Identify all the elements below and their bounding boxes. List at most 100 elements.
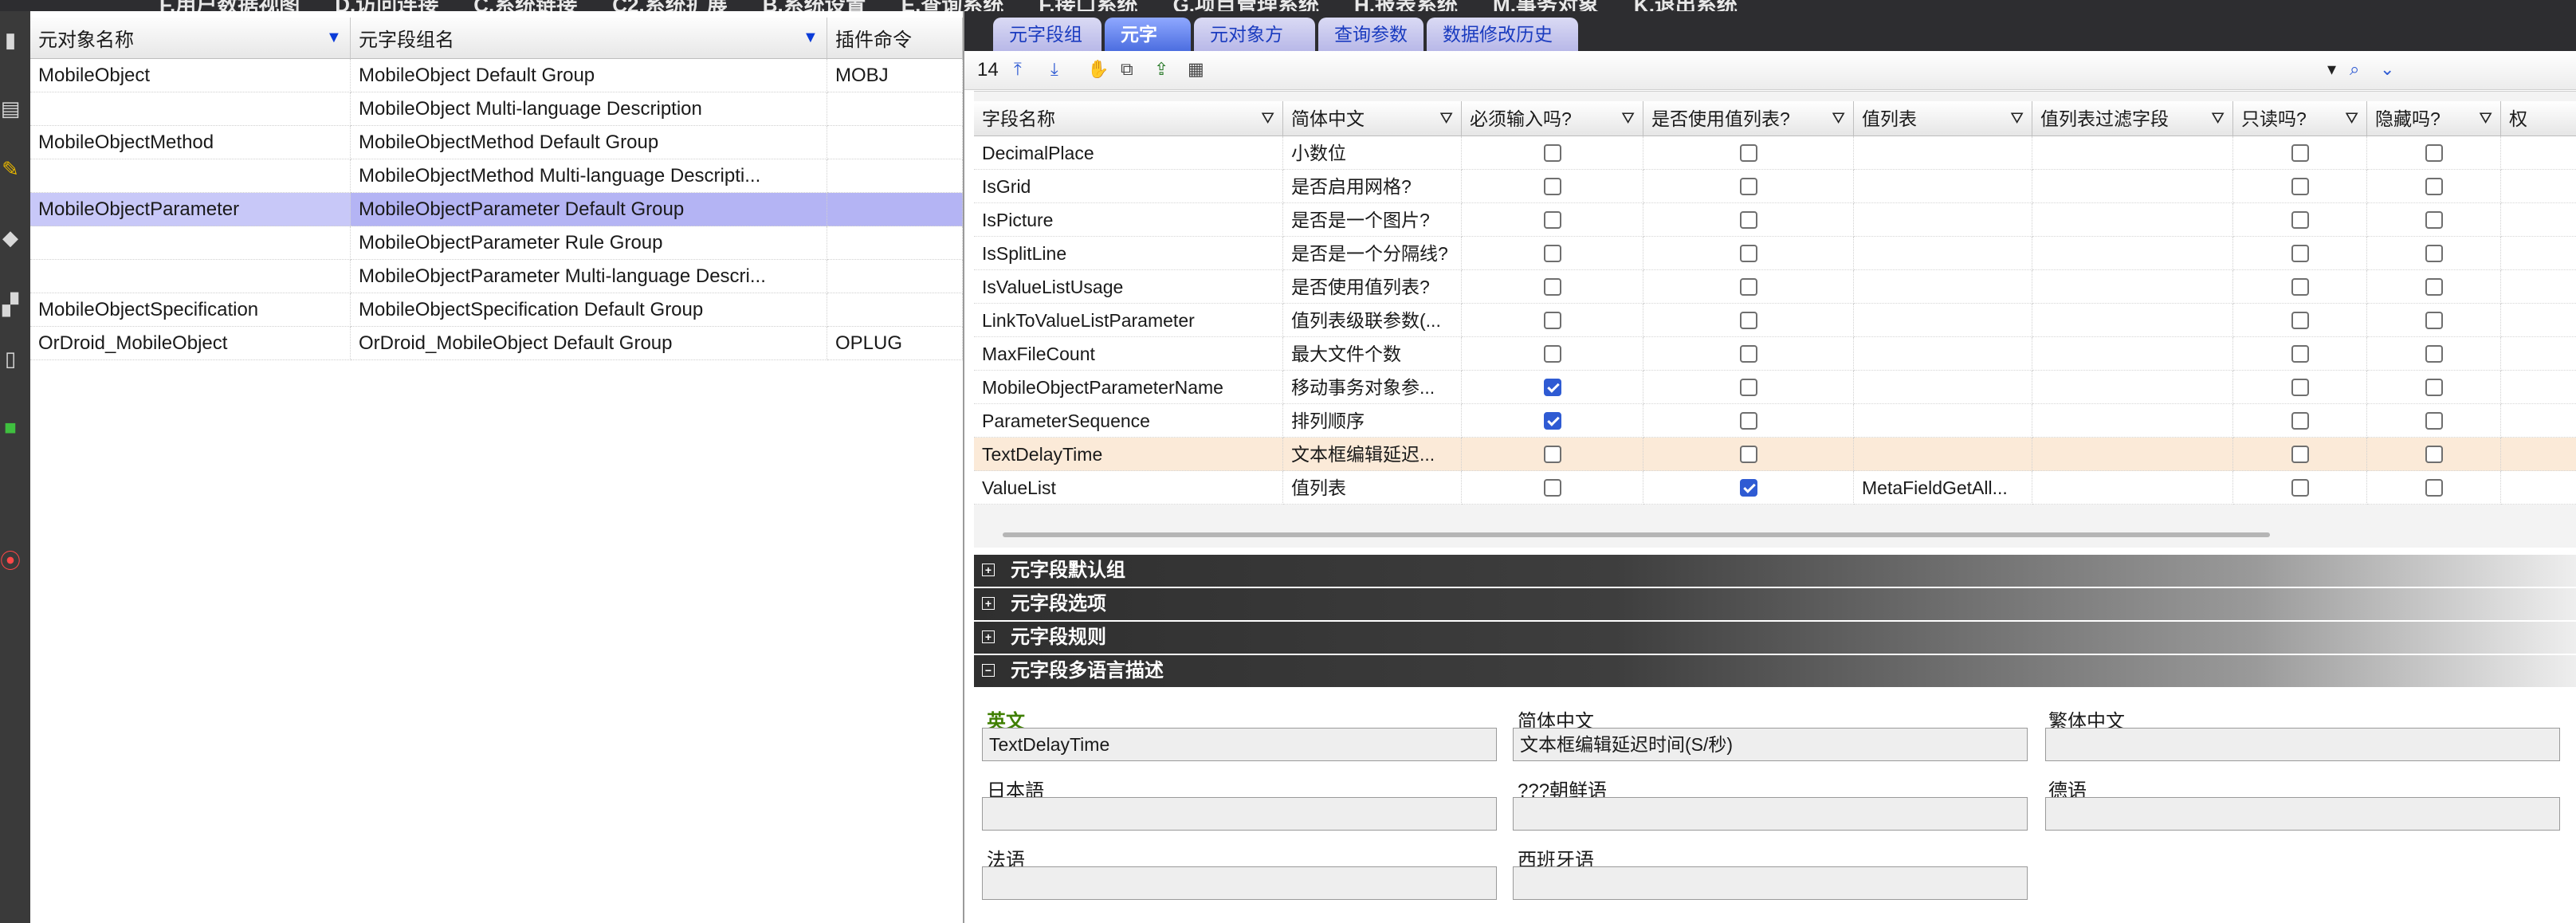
grid-cell-valuelist[interactable] <box>1854 304 2032 337</box>
grid-cell-name[interactable]: ValueList <box>974 471 1283 505</box>
tw-field[interactable] <box>2045 728 2560 761</box>
grid-cell-readonly[interactable] <box>2233 203 2367 237</box>
grid-cell-empty[interactable] <box>2501 136 2576 170</box>
hidden-checkbox[interactable] <box>2425 278 2443 296</box>
grid-column-header[interactable]: 只读吗? ⛛ <box>2233 101 2367 136</box>
hidden-checkbox[interactable] <box>2425 144 2443 162</box>
hidden-checkbox[interactable] <box>2425 345 2443 363</box>
use_vl-checkbox[interactable] <box>1740 379 1757 396</box>
grid-cell-hidden[interactable] <box>2367 471 2501 505</box>
column-header-plugin[interactable]: 插件命令 <box>827 18 963 59</box>
ja-field[interactable] <box>982 797 1497 831</box>
grid-cell-use_vl[interactable] <box>1643 136 1854 170</box>
page-icon[interactable]: ▮ <box>0 22 21 57</box>
grid-cell-required[interactable] <box>1462 170 1643 203</box>
grid-cell-required[interactable] <box>1462 136 1643 170</box>
grid-cell-zh[interactable]: 值列表 <box>1283 471 1462 505</box>
ko-field[interactable] <box>1513 797 2028 831</box>
grid-cell-use_vl[interactable] <box>1643 237 1854 270</box>
grid-column-header[interactable]: 权 <box>2501 101 2576 136</box>
grid-cell-name[interactable]: MobileObjectParameterName <box>974 371 1283 404</box>
grid-cell-zh[interactable]: 是否是一个图片? <box>1283 203 1462 237</box>
grid-cell-zh[interactable]: 最大文件个数 <box>1283 337 1462 371</box>
grid-cell-use_vl[interactable] <box>1643 170 1854 203</box>
table-row[interactable]: TextDelayTime 文本框编辑延迟... <box>974 438 2576 471</box>
grid-cell-use_vl[interactable] <box>1643 304 1854 337</box>
grid-cell-empty[interactable] <box>2501 371 2576 404</box>
required-checkbox[interactable] <box>1544 446 1561 463</box>
use_vl-checkbox[interactable] <box>1740 312 1757 329</box>
required-checkbox[interactable] <box>1544 412 1561 430</box>
grid-icon[interactable]: ▦ <box>1188 59 1204 83</box>
grid-cell-use_vl[interactable] <box>1643 471 1854 505</box>
readonly-checkbox[interactable] <box>2291 379 2309 396</box>
menu-item[interactable]: B.系统设置 <box>763 0 866 11</box>
move-bottom-icon[interactable]: ⤓ <box>1050 59 1058 83</box>
hand-icon[interactable]: ✋ <box>1087 59 1109 83</box>
menu-item[interactable]: F.接口系统 <box>1039 0 1137 11</box>
filter-icon[interactable]: ⛛ <box>2345 101 2358 136</box>
grid-cell-use_vl[interactable] <box>1643 404 1854 438</box>
filter-icon[interactable]: ⛛ <box>1832 101 1845 136</box>
grid-cell-zh[interactable]: 移动事务对象参... <box>1283 371 1462 404</box>
grid-cell-readonly[interactable] <box>2233 136 2367 170</box>
grid-cell-zh[interactable]: 排列顺序 <box>1283 404 1462 438</box>
list-item[interactable]: MobileObjectMethod MobileObjectMethod Def… <box>30 126 963 159</box>
grid-cell-readonly[interactable] <box>2233 237 2367 270</box>
de-field[interactable] <box>2045 797 2560 831</box>
move-top-icon[interactable]: ⤒ <box>1014 59 1022 83</box>
menu-item[interactable]: C.系统链接 <box>473 0 577 11</box>
hidden-checkbox[interactable] <box>2425 479 2443 497</box>
required-checkbox[interactable] <box>1544 144 1561 162</box>
table-row[interactable]: ParameterSequence 排列顺序 <box>974 404 2576 438</box>
grid-cell-use_vl[interactable] <box>1643 337 1854 371</box>
menu-item[interactable]: E.查询系统 <box>901 0 1004 11</box>
grid-cell-required[interactable] <box>1462 438 1643 471</box>
grid-cell-hidden[interactable] <box>2367 371 2501 404</box>
column-header-object[interactable]: 元对象名称 ▼ <box>30 18 351 59</box>
menu-item[interactable]: H.报表系统 <box>1354 0 1458 11</box>
grid-cell-name[interactable]: IsSplitLine <box>974 237 1283 270</box>
section-header[interactable]: + 元字段规则 <box>974 622 2576 654</box>
filter-icon[interactable]: ⛛ <box>2479 101 2492 136</box>
grid-cell-valuelist[interactable] <box>1854 270 2032 304</box>
grid-cell-valuelist[interactable] <box>1854 438 2032 471</box>
grid-cell-required[interactable] <box>1462 237 1643 270</box>
grid-cell-zh[interactable]: 是否使用值列表? <box>1283 270 1462 304</box>
readonly-checkbox[interactable] <box>2291 446 2309 463</box>
grid-cell-required[interactable] <box>1462 404 1643 438</box>
grid-cell-readonly[interactable] <box>2233 371 2367 404</box>
grid-cell-valuelist[interactable] <box>1854 371 2032 404</box>
grid-cell-use_vl[interactable] <box>1643 371 1854 404</box>
grid-cell-hidden[interactable] <box>2367 136 2501 170</box>
grid-cell-valuelist[interactable] <box>1854 337 2032 371</box>
es-field[interactable] <box>1513 866 2028 900</box>
grid-cell-readonly[interactable] <box>2233 337 2367 371</box>
grid-cell-valuelist[interactable] <box>1854 404 2032 438</box>
grid-cell-empty[interactable] <box>2501 270 2576 304</box>
fr-field[interactable] <box>982 866 1497 900</box>
grid-cell-hidden[interactable] <box>2367 438 2501 471</box>
grid-cell-empty[interactable] <box>2032 471 2233 505</box>
grid-cell-name[interactable]: IsGrid <box>974 170 1283 203</box>
list-item[interactable]: MobileObject MobileObject Default Group MO… <box>30 59 963 92</box>
tool-icon[interactable]: ▞ <box>0 287 21 322</box>
menu-item[interactable]: G.项目管理系统 <box>1173 0 1319 11</box>
grid-cell-readonly[interactable] <box>2233 404 2367 438</box>
list-item[interactable]: MobileObject Multi-language Description <box>30 92 963 126</box>
grid-cell-required[interactable] <box>1462 371 1643 404</box>
use_vl-checkbox[interactable] <box>1740 178 1757 195</box>
table-row[interactable]: IsValueListUsage 是否使用值列表? <box>974 270 2576 304</box>
expand-down-icon[interactable]: ⌄ <box>2380 59 2394 83</box>
grid-column-header[interactable]: 字段名称 ⛛ <box>974 101 1283 136</box>
filter-icon[interactable]: ⛛ <box>2010 101 2024 136</box>
grid-cell-readonly[interactable] <box>2233 270 2367 304</box>
filter-icon[interactable]: ⛛ <box>1439 101 1453 136</box>
menu-item[interactable]: M.事务对象 <box>1493 0 1599 11</box>
use_vl-checkbox[interactable] <box>1740 245 1757 262</box>
required-checkbox[interactable] <box>1544 345 1561 363</box>
grid-cell-name[interactable]: ParameterSequence <box>974 404 1283 438</box>
grid-cell-readonly[interactable] <box>2233 471 2367 505</box>
readonly-checkbox[interactable] <box>2291 312 2309 329</box>
section-header[interactable]: + 元字段默认组 <box>974 555 2576 587</box>
